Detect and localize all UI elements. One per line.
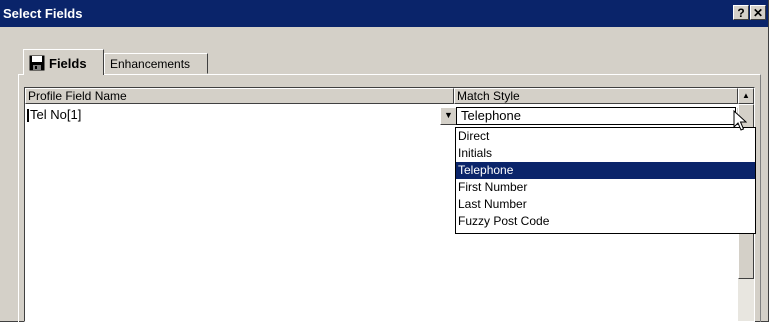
window-title: Select Fields xyxy=(3,6,83,21)
profile-field-dropdown-button[interactable]: ▼ xyxy=(440,107,457,125)
close-button[interactable]: ✕ xyxy=(750,5,766,20)
mouse-pointer-icon xyxy=(733,110,747,131)
dropdown-option-telephone[interactable]: Telephone xyxy=(456,162,755,179)
tab-fields[interactable]: Fields xyxy=(23,49,104,75)
column-header-profile-field-name[interactable]: Profile Field Name xyxy=(25,88,454,104)
title-bar[interactable]: Select Fields ? ✕ xyxy=(0,0,768,27)
dropdown-option-last-number[interactable]: Last Number xyxy=(456,196,755,213)
dropdown-option-initials[interactable]: Initials xyxy=(456,145,755,162)
tab-fields-label: Fields xyxy=(49,56,87,71)
dropdown-option-fuzzy-post-code[interactable]: Fuzzy Post Code xyxy=(456,213,755,230)
help-button[interactable]: ? xyxy=(733,5,749,20)
column-header-match-style[interactable]: Match Style xyxy=(454,88,738,104)
match-style-dropdown-list: Direct Initials Telephone First Number L… xyxy=(455,127,756,234)
floppy-disk-icon xyxy=(29,55,45,71)
match-style-select[interactable]: Telephone xyxy=(456,107,736,125)
profile-field-name-select[interactable]: Tel No[1] xyxy=(27,107,439,125)
dropdown-option-first-number[interactable]: First Number xyxy=(456,179,755,196)
tab-enhancements[interactable]: Enhancements xyxy=(104,53,208,74)
dropdown-option-direct[interactable]: Direct xyxy=(456,128,755,145)
scroll-up-arrow-icon[interactable]: ▲ xyxy=(738,88,754,104)
tab-enhancements-label: Enhancements xyxy=(110,57,191,71)
